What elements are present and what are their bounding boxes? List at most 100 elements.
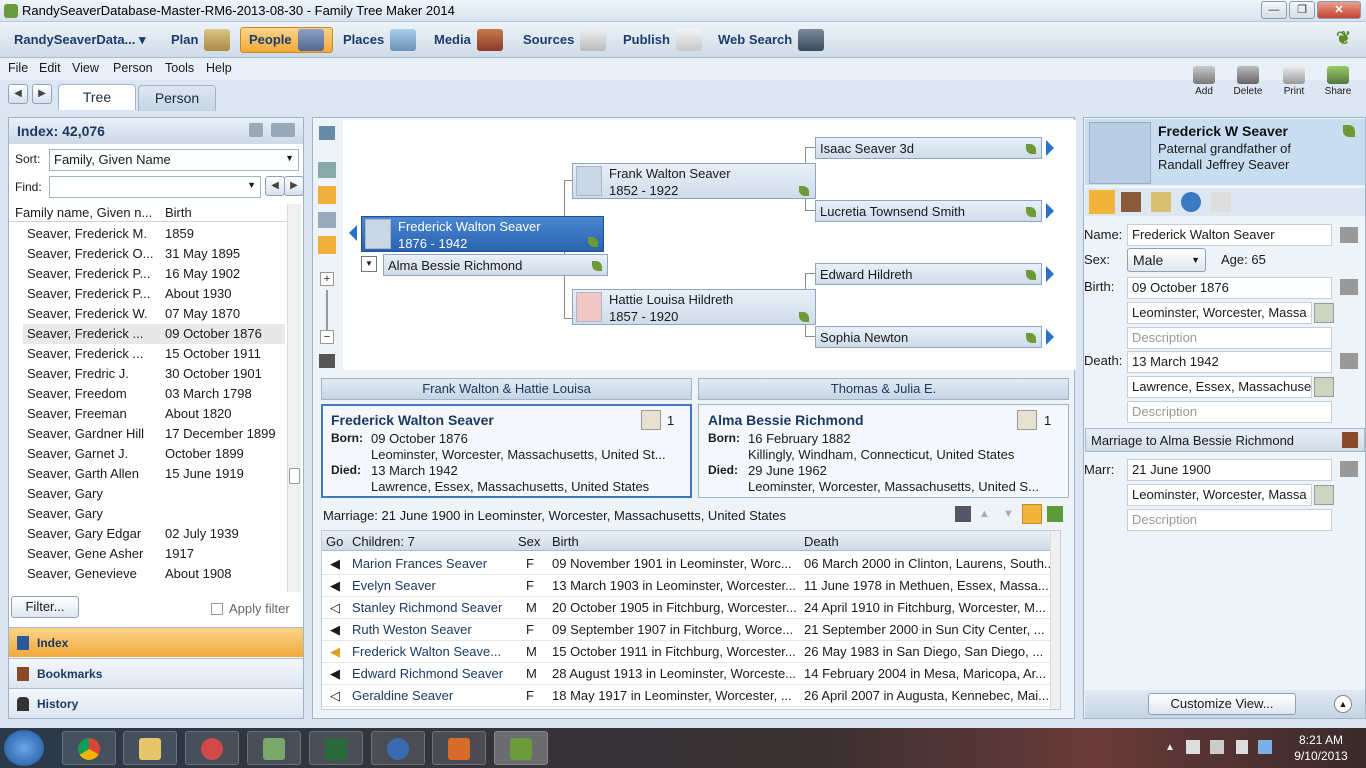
family-view-icon[interactable] <box>318 212 336 228</box>
list-item-selected[interactable]: Seaver, Frederick ... 09 October 1876 <box>23 324 285 344</box>
share-button[interactable]: Share <box>1318 66 1358 97</box>
col-sex[interactable]: Sex <box>514 531 548 553</box>
expand-right-icon[interactable] <box>1046 266 1054 282</box>
menu-file[interactable]: File <box>8 61 28 75</box>
person-silhouette-icon[interactable] <box>1089 122 1151 184</box>
col-go[interactable]: Go <box>322 531 348 553</box>
close-button[interactable]: ✕ <box>1317 1 1361 19</box>
notes-tab-icon[interactable] <box>1151 192 1171 212</box>
list-item[interactable]: Seaver, Gardner Hill 17 December 1899 <box>23 424 285 444</box>
person-view-icon[interactable] <box>318 236 336 254</box>
col-name-header[interactable]: Family name, Given n... <box>15 205 152 220</box>
edit-icon[interactable] <box>1340 279 1358 295</box>
nav-sources[interactable]: Sources <box>515 27 614 53</box>
birth-place-field[interactable]: Leominster, Worcester, Massa <box>1127 302 1312 324</box>
list-item[interactable]: Seaver, Frederick P... 16 May 1902 <box>23 264 285 284</box>
go-arrow-icon[interactable]: ◀ <box>326 663 348 685</box>
media-tab-icon[interactable] <box>1121 192 1141 212</box>
list-item[interactable]: Seaver, Gary <box>23 504 285 524</box>
collapse-icon[interactable]: ▲ <box>1334 695 1352 713</box>
menu-view[interactable]: View <box>72 61 99 75</box>
list-item[interactable]: Seaver, Frederick O... 31 May 1895 <box>23 244 285 264</box>
go-arrow-icon[interactable]: ◁ <box>326 597 348 619</box>
zoom-slider[interactable] <box>326 290 328 330</box>
grandfather-paternal-box[interactable]: Isaac Seaver 3d <box>815 137 1042 159</box>
go-arrow-icon[interactable]: ◁ <box>326 685 348 707</box>
mother-box[interactable]: Hattie Louisa Hildreth 1857 - 1920 <box>572 289 816 325</box>
filter-button[interactable]: Filter... <box>11 596 79 618</box>
col-birth-header[interactable]: Birth <box>165 205 192 220</box>
death-place-field[interactable]: Lawrence, Essex, Massachuse <box>1127 376 1312 398</box>
list-item[interactable]: Seaver, Gary Edgar 02 July 1939 <box>23 524 285 544</box>
dropbox-icon[interactable] <box>1258 740 1272 754</box>
edit-icon[interactable] <box>1340 461 1358 477</box>
clock-date[interactable]: 9/10/2013 <box>1291 749 1351 763</box>
taskbar-office[interactable] <box>432 731 486 765</box>
birth-description-field[interactable]: Description <box>1127 327 1332 349</box>
wife-card[interactable]: Alma Bessie Richmond 1 Born: 16 February… <box>698 404 1069 498</box>
go-arrow-icon[interactable]: ◀ <box>326 641 348 663</box>
forward-button[interactable]: ▶ <box>32 84 52 104</box>
pedigree-view-icon[interactable] <box>318 186 336 204</box>
index-options-icon[interactable] <box>249 123 263 137</box>
expand-right-icon[interactable] <box>1046 140 1054 156</box>
sex-select[interactable]: Male ▼ <box>1127 248 1206 272</box>
maximize-button[interactable]: ❐ <box>1289 1 1315 19</box>
list-item[interactable]: Seaver, Genevieve About 1908 <box>23 564 285 584</box>
list-item[interactable]: Seaver, Fredric J. 30 October 1901 <box>23 364 285 384</box>
taskbar-familytree[interactable] <box>247 731 301 765</box>
move-down-icon[interactable]: ▼ <box>1003 508 1014 520</box>
birth-date-field[interactable]: 09 October 1876 <box>1127 277 1332 299</box>
table-row[interactable]: ◁ Geraldine Seaver F 18 May 1917 in Leomins… <box>322 685 1052 707</box>
go-arrow-icon[interactable]: ◀ <box>326 553 348 575</box>
husband-card[interactable]: Frederick Walton Seaver 1 Born: 09 Octob… <box>321 404 692 498</box>
clock-time[interactable]: 8:21 AM <box>1291 733 1351 747</box>
start-button[interactable] <box>4 730 44 766</box>
move-up-icon[interactable]: ▲ <box>979 508 990 520</box>
col-children[interactable]: Children: 7 <box>348 531 514 553</box>
volume-icon[interactable] <box>1236 740 1248 754</box>
spouse-box[interactable]: Alma Bessie Richmond <box>383 254 608 276</box>
taskbar-chrome[interactable] <box>62 731 116 765</box>
facts-tab-icon[interactable] <box>1089 190 1115 214</box>
people-icon[interactable] <box>319 354 335 368</box>
list-item[interactable]: Seaver, Frederick P... About 1930 <box>23 284 285 304</box>
list-item[interactable]: Seaver, Garnet J. October 1899 <box>23 444 285 464</box>
home-icon[interactable] <box>318 162 336 178</box>
tab-person[interactable]: Person <box>138 85 216 111</box>
table-row[interactable]: ◁ Stanley Richmond Seaver M 20 October 1905… <box>322 597 1052 619</box>
parents-bar-left[interactable]: Frank Walton & Hattie Louisa <box>321 378 692 400</box>
grandfather-maternal-box[interactable]: Edward Hildreth <box>815 263 1042 285</box>
sort-children-icon[interactable] <box>1022 504 1042 524</box>
menu-tools[interactable]: Tools <box>165 61 194 75</box>
expand-right-icon[interactable] <box>1046 203 1054 219</box>
parents-bar-right[interactable]: Thomas & Julia E. <box>698 378 1069 400</box>
print-button[interactable]: Print <box>1274 66 1314 97</box>
spouse-dropdown-icon[interactable]: ▼ <box>361 256 377 272</box>
place-lookup-icon[interactable] <box>1314 303 1334 323</box>
table-row[interactable]: ◀ Marion Frances Seaver F 09 November 1901 … <box>322 553 1052 575</box>
nav-plan[interactable]: Plan <box>163 27 238 53</box>
grandmother-paternal-box[interactable]: Lucretia Townsend Smith <box>815 200 1042 222</box>
list-item[interactable]: Seaver, Frederick W. 07 May 1870 <box>23 304 285 324</box>
list-item[interactable]: Seaver, Freeman About 1820 <box>23 404 285 424</box>
nav-people[interactable]: People <box>240 27 333 53</box>
taskbar-explorer[interactable] <box>123 731 177 765</box>
table-row[interactable]: ◀ Evelyn Seaver F 13 March 1903 in Leominst… <box>322 575 1052 597</box>
sort-select[interactable]: Family, Given Name ▼ <box>49 149 299 171</box>
taskbar-ftm-active[interactable] <box>494 731 548 765</box>
taskbar-thunderbird[interactable] <box>371 731 425 765</box>
sidebar-item-index[interactable]: Index <box>9 627 303 657</box>
menu-help[interactable]: Help <box>206 61 232 75</box>
root-person-box[interactable]: Frederick Walton Seaver 1876 - 1942 <box>361 216 604 252</box>
place-lookup-icon[interactable] <box>1314 485 1334 505</box>
list-item[interactable]: Seaver, Garth Allen 15 June 1919 <box>23 464 285 484</box>
edit-icon[interactable] <box>1340 227 1358 243</box>
flag-icon[interactable] <box>1186 740 1200 754</box>
list-item[interactable]: Seaver, Gene Asher 1917 <box>23 544 285 564</box>
death-description-field[interactable]: Description <box>1127 401 1332 423</box>
customize-view-button[interactable]: Customize View... <box>1148 693 1296 715</box>
list-item[interactable]: Seaver, Freedom 03 March 1798 <box>23 384 285 404</box>
children-scrollbar[interactable] <box>1050 531 1060 709</box>
list-item[interactable]: Seaver, Gary <box>23 484 285 504</box>
